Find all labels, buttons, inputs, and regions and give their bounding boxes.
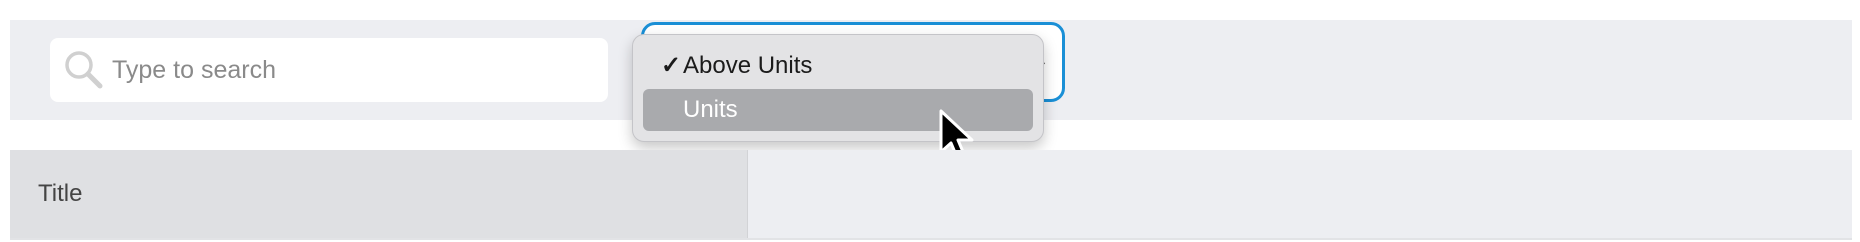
- divider: [10, 238, 1852, 240]
- table-header: Title: [10, 150, 1852, 238]
- column-header-title[interactable]: Title: [10, 150, 748, 238]
- search-box[interactable]: [50, 38, 608, 102]
- menu-item-label: Above Units: [683, 52, 813, 79]
- search-input[interactable]: [110, 38, 590, 102]
- column-header-label: Title: [38, 180, 83, 207]
- menu-item-label: Units: [683, 96, 738, 123]
- menu-item-above-units[interactable]: ✓ Above Units: [643, 45, 1033, 87]
- dropdown-menu: ✓ Above Units Units: [632, 34, 1044, 142]
- search-icon: [65, 51, 103, 89]
- checkmark-icon: ✓: [661, 52, 682, 79]
